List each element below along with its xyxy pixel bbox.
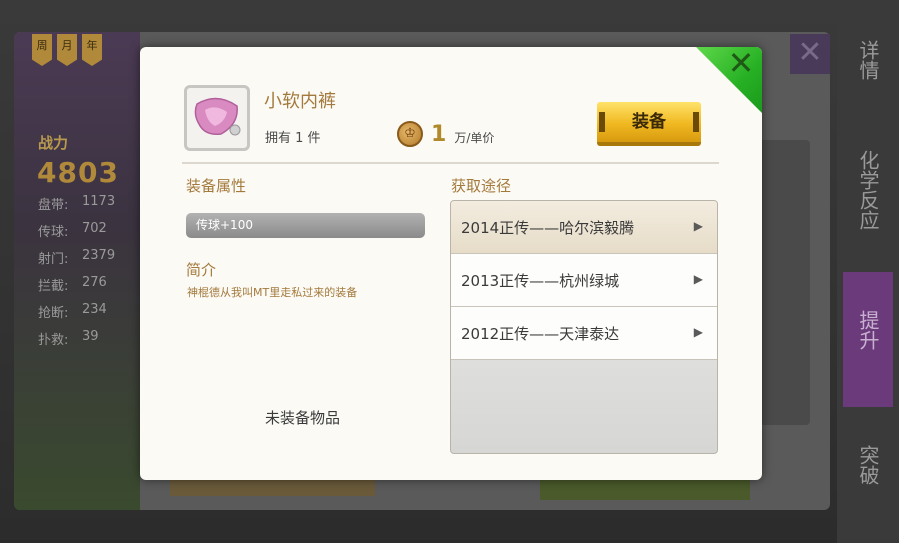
field-decor xyxy=(540,478,750,500)
stat-row: 拦截: 276 xyxy=(38,275,115,302)
arrow-right-icon: ▶ xyxy=(693,219,703,233)
arrow-right-icon: ▶ xyxy=(693,325,703,339)
sources-title: 获取途径 xyxy=(451,177,512,195)
equipment-slots xyxy=(760,140,810,425)
source-label: 2014正传——哈尔滨毅腾 xyxy=(461,218,635,237)
tab-chemistry[interactable]: 化学反应 xyxy=(843,150,893,260)
tab-upgrade[interactable]: 提升 xyxy=(843,272,893,407)
stat-label: 射门: xyxy=(38,252,69,267)
stat-label: 扑救: xyxy=(38,333,69,348)
power-label: 战力 xyxy=(38,134,69,152)
underwear-icon xyxy=(194,97,241,136)
stats-list: 盘带: 1173 传球: 702 射门: 2379 拦截: 276 抢断: 234 扑救:… xyxy=(38,194,115,356)
stat-label: 盘带: xyxy=(38,198,69,213)
price-amount: 1 xyxy=(431,121,447,147)
item-icon xyxy=(184,85,250,151)
source-item[interactable]: 2012正传——天津泰达 ▶ xyxy=(451,307,717,360)
source-label: 2013正传——杭州绿城 xyxy=(461,271,620,290)
stat-row: 传球: 702 xyxy=(38,221,115,248)
stat-value: 702 xyxy=(82,221,107,236)
power-value: 4803 xyxy=(37,156,119,189)
stat-value: 1173 xyxy=(82,194,116,209)
ribbon-week[interactable]: 周 xyxy=(32,34,52,66)
item-detail-dialog: ✕ 小软内裤 拥有 1 件 ♔ 1 万/单价 装备 装备属性 传球+100 简介… xyxy=(140,47,762,480)
side-tabs: 详情 化学反应 提升 突破 xyxy=(837,0,899,543)
tab-chemistry-label: 化学反应 xyxy=(856,150,880,230)
stat-label: 抢断: xyxy=(38,306,69,321)
stat-row: 盘带: 1173 xyxy=(38,194,115,221)
tab-breakthrough-label: 突破 xyxy=(856,445,880,485)
price-unit: 万/单价 xyxy=(454,130,495,145)
tab-details[interactable]: 详情 xyxy=(843,40,893,100)
attribute-bar: 传球+100 xyxy=(186,213,425,238)
stat-value: 276 xyxy=(82,275,107,290)
rank-ribbons: 周 月 年 xyxy=(32,34,102,66)
stat-value: 39 xyxy=(82,329,99,344)
intro-title: 简介 xyxy=(186,261,217,279)
divider xyxy=(182,162,719,164)
source-label: 2012正传——天津泰达 xyxy=(461,324,620,343)
tab-upgrade-label: 提升 xyxy=(856,310,880,350)
sources-list: 2014正传——哈尔滨毅腾 ▶ 2013正传——杭州绿城 ▶ 2012正传——天… xyxy=(450,200,718,454)
unequipped-text: 未装备物品 xyxy=(265,409,341,427)
intro-text: 神棍德从我叫MT里走私过来的装备 xyxy=(187,286,358,299)
field-decor xyxy=(170,478,375,496)
close-icon: ✕ xyxy=(727,47,755,82)
source-item[interactable]: 2014正传——哈尔滨毅腾 ▶ xyxy=(451,201,717,254)
ribbon-year[interactable]: 年 xyxy=(82,34,102,66)
arrow-right-icon: ▶ xyxy=(693,272,703,286)
source-item[interactable]: 2013正传——杭州绿城 ▶ xyxy=(451,254,717,307)
stat-label: 传球: xyxy=(38,225,69,240)
panel-close-icon[interactable]: ✕ xyxy=(790,34,830,74)
tab-breakthrough[interactable]: 突破 xyxy=(843,445,893,505)
tab-details-label: 详情 xyxy=(856,40,880,80)
equip-button[interactable]: 装备 xyxy=(597,102,701,146)
coin-icon: ♔ xyxy=(397,121,423,147)
price: ♔ 1 万/单价 xyxy=(397,121,494,147)
ribbon-month[interactable]: 月 xyxy=(57,34,77,66)
attributes-title: 装备属性 xyxy=(186,177,247,195)
stat-value: 2379 xyxy=(82,248,116,263)
owned-count: 拥有 1 件 xyxy=(265,131,321,146)
item-name: 小软内裤 xyxy=(264,91,336,112)
stat-row: 抢断: 234 xyxy=(38,302,115,329)
stat-value: 234 xyxy=(82,302,107,317)
close-button[interactable]: ✕ xyxy=(696,47,762,113)
stat-label: 拦截: xyxy=(38,279,69,294)
stat-row: 扑救: 39 xyxy=(38,329,115,356)
stat-row: 射门: 2379 xyxy=(38,248,115,275)
